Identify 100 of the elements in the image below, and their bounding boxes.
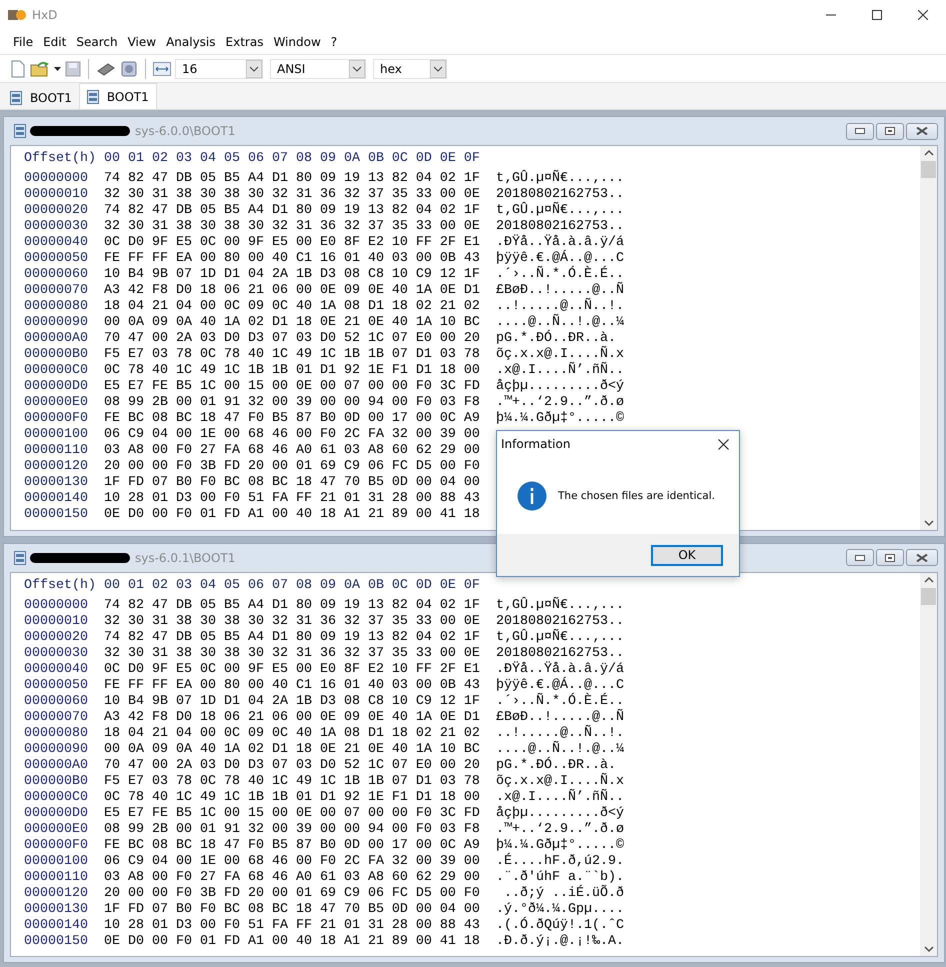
restore-button[interactable] [876, 122, 904, 140]
text-column: .É....hF.ð,ú2.9. [496, 854, 624, 870]
chevron-down-icon [430, 60, 446, 78]
open-folder-icon[interactable] [30, 60, 50, 78]
offset-cell-text: 00000110 [24, 443, 89, 459]
hex-bytes: 00 0A 09 0A 40 1A 02 D1 18 0E 21 0E 40 1A 10 BC [104, 315, 481, 331]
text-column: åçþµ.........ð<ý [496, 379, 624, 395]
menu-item[interactable]: Analysis [161, 35, 221, 49]
scrollbar[interactable] [920, 572, 937, 956]
hex-bytes: 70 47 00 2A 03 D0 D3 07 03 D0 52 1C 07 E0 00 20 [104, 331, 481, 347]
hex-bytes: 32 30 31 38 30 38 30 32 31 36 32 37 35 33 00 0E [104, 614, 481, 630]
maximize-icon [872, 10, 882, 20]
menu-item[interactable]: Edit [38, 35, 72, 49]
text-column: ....@..Ñ..!.@..¼ [496, 742, 624, 758]
window-title: HxD [32, 8, 58, 22]
restore-icon [885, 554, 895, 562]
text-column: þ¼.¼.Gðµ‡°.....© [496, 838, 624, 854]
text-column: ....@..Ñ..!.@..¼ [496, 315, 624, 331]
close-button[interactable] [906, 122, 938, 140]
hex-bytes: 0C D0 9F E5 0C 00 9F E5 00 E0 8F E2 10 FF 2F E1 [104, 662, 481, 678]
offset-cell-text: 00000100 [24, 854, 89, 870]
hex-bytes: 1F FD 07 B0 F0 BC 08 BC 18 47 70 B5 0D 00 04 00 [104, 475, 481, 491]
hex-bytes: 00 0A 09 0A 40 1A 02 D1 18 0E 21 0E 40 1A 10 BC [104, 742, 481, 758]
menu-item[interactable]: File [8, 35, 38, 49]
close-icon [916, 127, 928, 135]
scrollbar[interactable] [920, 146, 937, 530]
menu-item[interactable]: ? [326, 35, 342, 49]
text-column: .™+..‘2.9..”.ð.ø [496, 395, 624, 411]
minimize-button[interactable] [846, 549, 874, 566]
offset-cell-text: 000000B0 [24, 774, 89, 790]
hex-bytes: 10 B4 9B 07 1D D1 04 2A 1B D3 08 C8 10 C9 12 1F [104, 694, 481, 710]
offset-cell-text: 00000110 [24, 870, 89, 886]
ok-button[interactable]: OK [651, 544, 723, 566]
minimize-icon [855, 554, 865, 560]
bytes-per-row-icon[interactable] [153, 62, 171, 76]
offset-cell-text: 00000090 [24, 742, 89, 758]
text-column: £BøÐ..!.....@..Ñ [496, 283, 624, 299]
minimize-button[interactable] [846, 122, 874, 140]
offset-cell-text: 00000070 [24, 710, 89, 726]
app-logo-icon [8, 9, 26, 21]
offset-cell-text: 000000A0 [24, 331, 89, 347]
new-file-icon[interactable] [10, 60, 26, 78]
menu-item[interactable]: Extras [220, 35, 268, 49]
hex-bytes: 20 00 00 F0 3B FD 20 00 01 69 C9 06 FC D5 00 F0 [104, 459, 481, 475]
info-icon [517, 480, 547, 510]
text-column: ..!.....@..Ñ..!. [496, 299, 624, 315]
hex-bytes: 03 A8 00 F0 27 FA 68 46 A0 61 03 A8 60 62 29 00 [104, 870, 481, 886]
editor-title: sys-6.0.1\BOOT1 [135, 550, 236, 564]
hex-bytes: 0C 78 40 1C 49 1C 1B 1B 01 D1 92 1E F1 D1 18 00 [104, 790, 481, 806]
hex-file-icon [86, 90, 99, 104]
scroll-thumb[interactable] [921, 588, 936, 604]
hex-bytes: 32 30 31 38 30 38 30 32 31 36 32 37 35 33 00 0E [104, 187, 481, 203]
file-tab[interactable]: BOOT1 [3, 87, 79, 109]
offset-cell-text: 00000090 [24, 315, 89, 331]
hex-bytes: 0C 78 40 1C 49 1C 1B 1B 01 D1 92 1E F1 D1 18 00 [104, 363, 481, 379]
offset-cell-text: 00000120 [24, 886, 89, 902]
text-column: õç.x.x@.I....Ñ.x [496, 347, 624, 363]
offset-header: Offset(h) [24, 151, 97, 167]
hex-bytes: E5 E7 FE B5 1C 00 15 00 0E 00 07 00 00 F0 3C FD [104, 806, 481, 822]
text-column: t‚GÛ.µ¤Ñ€...‚... [496, 203, 624, 219]
text-column: t‚GÛ.µ¤Ñ€...‚... [496, 171, 624, 187]
hex-bytes: F5 E7 03 78 0C 78 40 1C 49 1C 1B 1B 07 D1 03 78 [104, 347, 481, 363]
charset-dropdown[interactable]: ANSI [270, 58, 366, 78]
offset-cell-text: 00000000 [24, 171, 89, 187]
close-button[interactable] [906, 549, 938, 566]
offset-cell-text: 00000100 [24, 427, 89, 443]
file-tab[interactable]: BOOT1 [78, 83, 157, 109]
restore-button[interactable] [876, 549, 904, 566]
text-column: .´›..Ñ.*.Ó.È.É.. [496, 694, 624, 710]
hex-bytes: FE BC 08 BC 18 47 F0 B5 87 B0 0D 00 17 00 0C A9 [104, 838, 481, 854]
hex-bytes: 10 28 01 D3 00 F0 51 FA FF 21 01 31 28 00 88 43 [104, 918, 481, 934]
text-column: .¨.ð'úhF a.¨`b). [496, 870, 624, 886]
offset-cell-text: 00000140 [24, 491, 89, 507]
hex-bytes: 74 82 47 DB 05 B5 A4 D1 80 09 19 13 82 04 02 1F [104, 630, 481, 646]
text-column: pG.*.ÐÓ..ÐR..à. [496, 758, 616, 774]
hex-bytes: 10 B4 9B 07 1D D1 04 2A 1B D3 08 C8 10 C9 12 1F [104, 267, 481, 283]
hex-file-icon [14, 124, 26, 138]
offset-cell-text: 00000050 [24, 251, 89, 267]
hex-bytes: 03 A8 00 F0 27 FA 68 46 A0 61 03 A8 60 62 29 00 [104, 443, 481, 459]
scroll-thumb[interactable] [921, 161, 936, 178]
offset-cell-text: 000000F0 [24, 411, 89, 427]
text-column: t‚GÛ.µ¤Ñ€...‚... [496, 598, 624, 614]
hex-bytes: FE FF FF EA 00 80 00 40 C1 16 01 40 03 00 0B 43 [104, 251, 481, 267]
offset-cell-text: 00000000 [24, 598, 89, 614]
hex-file-icon [14, 550, 26, 564]
menu-item[interactable]: View [122, 35, 162, 49]
offset-cell-text: 00000130 [24, 902, 89, 918]
text-column: .ÐŸå..Ÿå.à.â.ÿ/á [496, 235, 624, 251]
close-icon[interactable] [718, 438, 729, 450]
text-column: 20180802162753.. [496, 219, 624, 235]
offset-cell-text: 000000D0 [24, 379, 89, 395]
hex-bytes: A3 42 F8 D0 18 06 21 06 00 0E 09 0E 40 1A 0E D1 [104, 283, 481, 299]
hex-bytes: 74 82 47 DB 05 B5 A4 D1 80 09 19 13 82 04 02 1F [104, 171, 481, 187]
offset-base-dropdown[interactable]: hex [373, 58, 447, 78]
text-column: .™+..‘2.9..”.ð.ø [496, 822, 624, 838]
menu-item[interactable]: Search [71, 35, 123, 49]
dropdown-caret-icon[interactable] [54, 66, 61, 70]
bytes-per-row-dropdown[interactable]: 16 [175, 58, 263, 78]
hex-bytes: 10 28 01 D3 00 F0 51 FA FF 21 01 31 28 00 88 43 [104, 491, 481, 507]
menu-item[interactable]: Window [268, 35, 326, 49]
